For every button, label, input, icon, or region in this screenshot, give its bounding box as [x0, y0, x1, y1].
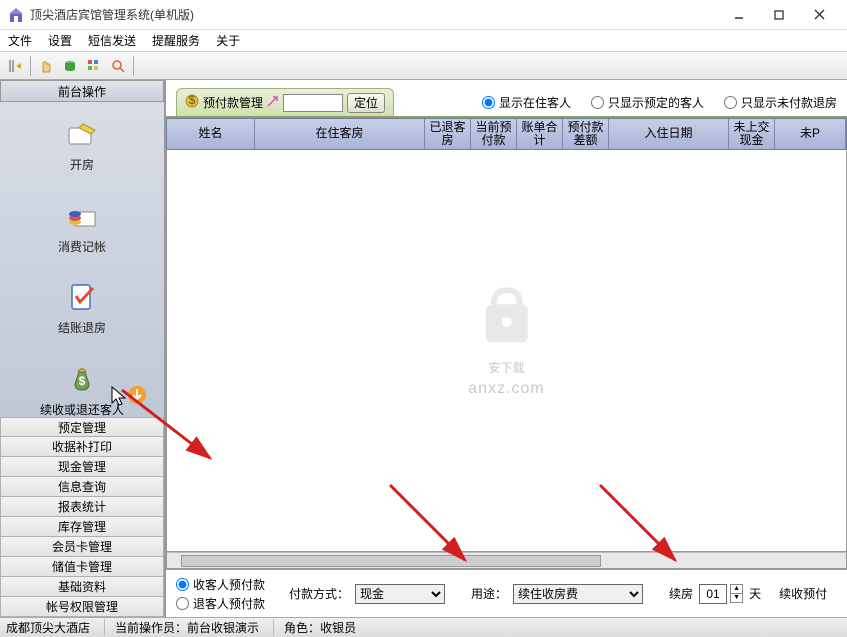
gh-name[interactable]: 姓名: [167, 119, 255, 149]
spinner-down[interactable]: ▼: [730, 594, 743, 603]
purpose-label: 用途：: [471, 585, 507, 602]
pay-method-select[interactable]: 现金: [355, 584, 445, 604]
sidebar-li-account[interactable]: 帐号权限管理: [0, 597, 164, 617]
content: $ 预付款管理 定位 显示在住客人 只显示预定的客人 只显示未付款退房 姓名 在…: [166, 80, 847, 617]
gh-room[interactable]: 在住客房: [255, 119, 425, 149]
tab-title: 预付款管理: [203, 94, 263, 111]
toolbar-btn-db[interactable]: [59, 55, 81, 77]
menu-file[interactable]: 文件: [8, 32, 32, 49]
sidebar-item-checkin[interactable]: 开房: [0, 116, 164, 174]
gh-bill[interactable]: 账单合计: [517, 119, 563, 149]
toolbar-btn-find[interactable]: [107, 55, 129, 77]
spinner-up[interactable]: ▲: [730, 584, 743, 594]
gh-deposit[interactable]: 当前预付款: [471, 119, 517, 149]
filter-opt-reserved[interactable]: 只显示预定的客人: [591, 94, 704, 111]
coin-icon: $: [185, 94, 199, 111]
menu-sms[interactable]: 短信发送: [88, 32, 136, 49]
gh-out[interactable]: 已退客房: [425, 119, 471, 149]
sidebar-item-label: 续收或退还客人 预付款: [40, 403, 124, 417]
coins-icon: [64, 198, 100, 234]
sidebar-item-checkout[interactable]: 结账退房: [0, 279, 164, 337]
horizontal-scrollbar[interactable]: [166, 552, 847, 569]
toolbar-btn-hand[interactable]: [35, 55, 57, 77]
tail-label: 续收预付: [779, 585, 827, 602]
window-title: 顶尖酒店宾馆管理系统(单机版): [30, 6, 719, 23]
days-label: 天: [749, 585, 761, 602]
sidebar-li-base[interactable]: 基础资料: [0, 577, 164, 597]
sidebar-li-report[interactable]: 报表统计: [0, 497, 164, 517]
renew-days-input[interactable]: [699, 584, 727, 604]
menu-settings[interactable]: 设置: [48, 32, 72, 49]
status-hotel: 成都顶尖大酒店: [6, 619, 90, 636]
locate-input[interactable]: [283, 94, 343, 112]
purpose-select[interactable]: 续住收房费: [513, 584, 643, 604]
gh-cash[interactable]: 未上交现金: [729, 119, 775, 149]
sidebar-item-label: 结账退房: [58, 321, 106, 337]
down-arrow-icon: [127, 385, 147, 405]
titlebar: 顶尖酒店宾馆管理系统(单机版): [0, 0, 847, 30]
bottom-controls: 收客人预付款 退客人预付款 付款方式： 现金 用途： 续住收房费 续房 ▲ ▼ …: [166, 569, 847, 617]
filter-opt-staying[interactable]: 显示在住客人: [482, 94, 571, 111]
sidebar-list: 预定管理 收据补打印 现金管理 信息查询 报表统计 库存管理 会员卡管理 储值卡…: [0, 417, 164, 617]
renew-label: 续房: [669, 585, 693, 602]
sidebar-li-receipt[interactable]: 收据补打印: [0, 437, 164, 457]
sidebar-li-cash[interactable]: 现金管理: [0, 457, 164, 477]
gh-last[interactable]: 未P: [775, 119, 846, 149]
sidebar-item-label: 开房: [70, 158, 94, 174]
sidebar-main: 开房 消费记帐 结账退房 $ 续收或退还客人 预付款: [0, 102, 164, 417]
tab-row: $ 预付款管理 定位 显示在住客人 只显示预定的客人 只显示未付款退房: [166, 80, 847, 118]
gh-indate[interactable]: 入住日期: [609, 119, 729, 149]
money-bag-icon: $: [64, 361, 100, 397]
filter-opt-unpaid[interactable]: 只显示未付款退房: [724, 94, 837, 111]
sidebar: 前台操作 开房 消费记帐 结账退房 $ 续收或退还客人 预付款 预定管理 收据补…: [0, 80, 166, 617]
toolbar: [0, 52, 847, 80]
radio-refund[interactable]: 退客人预付款: [176, 595, 265, 612]
radio-collect[interactable]: 收客人预付款: [176, 576, 265, 593]
sidebar-li-reserve[interactable]: 预定管理: [0, 417, 164, 437]
pay-method-label: 付款方式：: [289, 585, 349, 602]
sidebar-li-member[interactable]: 会员卡管理: [0, 537, 164, 557]
grid-body[interactable]: 安下载 anxz.com: [166, 150, 847, 552]
svg-text:$: $: [189, 94, 196, 107]
close-button[interactable]: [799, 1, 839, 29]
tab-deposit: $ 预付款管理 定位: [176, 88, 394, 116]
check-icon: [64, 279, 100, 315]
sidebar-li-stock[interactable]: 库存管理: [0, 517, 164, 537]
toolbar-separator: [30, 56, 31, 76]
statusbar: 成都顶尖大酒店 当前操作员：前台收银演示 角色：收银员: [0, 617, 847, 637]
toolbar-btn-1[interactable]: [4, 55, 26, 77]
sidebar-li-stored[interactable]: 储值卡管理: [0, 557, 164, 577]
menu-about[interactable]: 关于: [216, 32, 240, 49]
arrow-icon: [267, 95, 279, 110]
grid-header: 姓名 在住客房 已退客房 当前预付款 账单合计 预付款差额 入住日期 未上交现金…: [166, 118, 847, 150]
maximize-button[interactable]: [759, 1, 799, 29]
watermark: 安下载 anxz.com: [468, 280, 544, 398]
sidebar-li-query[interactable]: 信息查询: [0, 477, 164, 497]
status-role: 角色：收银员: [273, 619, 356, 636]
status-operator: 当前操作员：前台收银演示: [104, 619, 259, 636]
toolbar-btn-grid[interactable]: [83, 55, 105, 77]
app-icon: [8, 7, 24, 23]
sidebar-header: 前台操作: [0, 80, 164, 102]
window-controls: [719, 1, 839, 29]
gh-diff[interactable]: 预付款差额: [563, 119, 609, 149]
note-icon: [64, 116, 100, 152]
filter-radios: 显示在住客人 只显示预定的客人 只显示未付款退房: [482, 94, 837, 111]
scrollbar-thumb[interactable]: [181, 555, 601, 567]
sidebar-item-deposit[interactable]: $ 续收或退还客人 预付款: [0, 361, 164, 417]
svg-text:$: $: [79, 374, 86, 388]
locate-button[interactable]: 定位: [347, 93, 385, 113]
minimize-button[interactable]: [719, 1, 759, 29]
sidebar-item-consume[interactable]: 消费记帐: [0, 198, 164, 256]
menubar: 文件 设置 短信发送 提醒服务 关于: [0, 30, 847, 52]
sidebar-item-label: 消费记帐: [58, 240, 106, 256]
menu-remind[interactable]: 提醒服务: [152, 32, 200, 49]
toolbar-separator: [133, 56, 134, 76]
